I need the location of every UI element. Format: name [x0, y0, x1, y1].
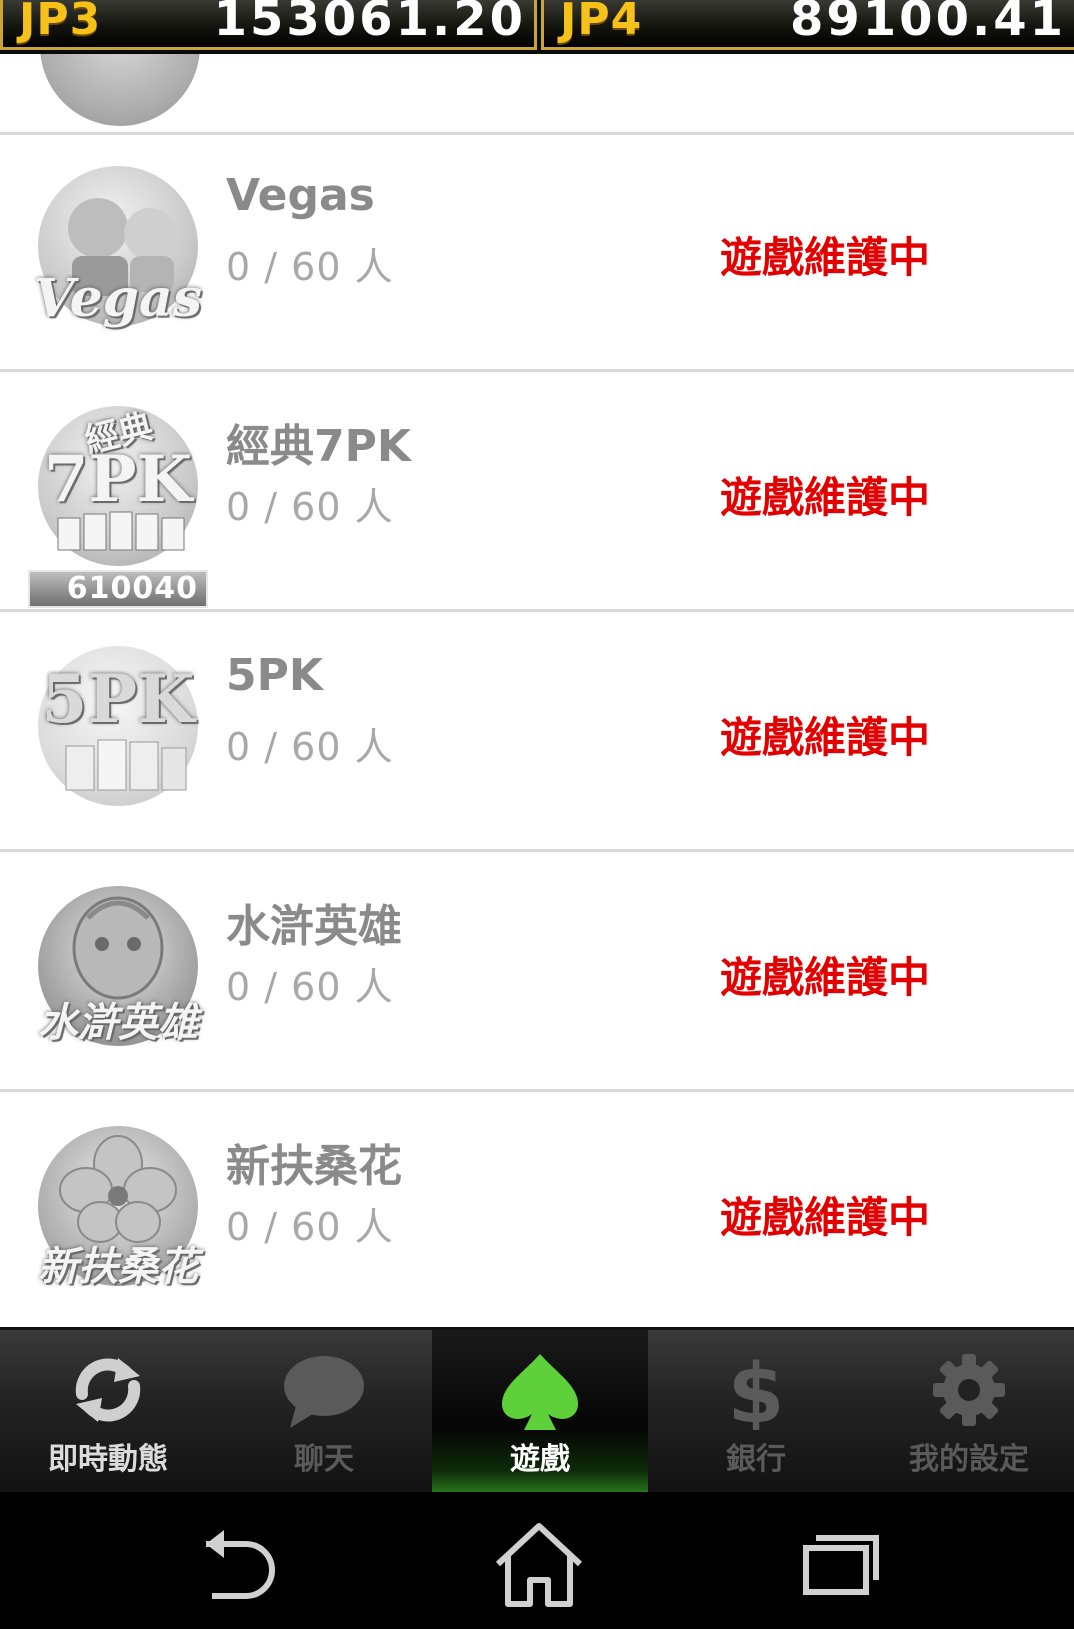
- game-title: 水滸英雄: [226, 901, 402, 952]
- game-title: 新扶桑花: [226, 1141, 402, 1192]
- game-row-classic-7pk[interactable]: 經典 7PK 610040 經典7PK 0 / 60 人 遊戲維護中: [0, 372, 1074, 612]
- game-row-hibiscus[interactable]: 新扶桑花 新扶桑花 0 / 60 人 遊戲維護中: [0, 1092, 1074, 1327]
- jackpot-jp4: JP4 89100.41: [541, 0, 1074, 50]
- game-row-vegas[interactable]: Vegas Vegas 0 / 60 人 遊戲維護中: [0, 132, 1074, 372]
- tab-chat[interactable]: 聊天: [216, 1330, 432, 1495]
- tab-settings[interactable]: 我的設定: [864, 1330, 1074, 1495]
- jackpot-label: JP3: [19, 0, 102, 45]
- game-list[interactable]: Vegas Vegas 0 / 60 人 遊戲維護中 經典 7PK 610040…: [0, 54, 1074, 1327]
- game-title: 5PK: [226, 650, 323, 701]
- player-count: 0 / 60 人: [226, 1205, 394, 1249]
- player-count: 0 / 60 人: [226, 245, 394, 289]
- tab-live-updates[interactable]: 即時動態: [0, 1330, 216, 1495]
- tab-games[interactable]: 遊戲: [432, 1330, 648, 1495]
- chat-bubble-icon: [284, 1356, 364, 1428]
- status-label: 遊戲維護中: [720, 1193, 931, 1242]
- gear-icon: [933, 1354, 1005, 1426]
- jackpot-value: 153061.20: [213, 0, 526, 47]
- hibiscus-logo-icon: 新扶桑花: [28, 1118, 208, 1298]
- player-count: 0 / 60 人: [226, 725, 394, 769]
- classic-7pk-logo-icon: 經典 7PK 610040: [28, 398, 208, 608]
- game-title: Vegas: [226, 170, 375, 221]
- 5pk-logo-icon: 5PK: [28, 638, 208, 818]
- tab-label: 即時動態: [48, 1442, 168, 1477]
- jackpot-value: 89100.41: [789, 0, 1066, 47]
- bottom-tab-bar: 即時動態 聊天 遊戲 $ 銀行 我的設定: [0, 1327, 1074, 1495]
- vegas-logo-icon: Vegas: [28, 158, 208, 338]
- home-icon[interactable]: [484, 1518, 594, 1608]
- recent-apps-icon[interactable]: [784, 1518, 894, 1608]
- tab-label: 聊天: [294, 1442, 354, 1477]
- dollar-icon: $: [727, 1350, 784, 1430]
- tab-bank[interactable]: $ 銀行: [648, 1330, 864, 1495]
- refresh-icon: [75, 1358, 141, 1422]
- status-label: 遊戲維護中: [720, 953, 931, 1002]
- system-nav-bar: [0, 1492, 1074, 1629]
- spade-icon: [502, 1354, 578, 1430]
- game-row-water-margin[interactable]: 水滸英雄 水滸英雄 0 / 60 人 遊戲維護中: [0, 852, 1074, 1092]
- tab-label: 遊戲: [510, 1442, 570, 1477]
- jackpot-label: JP4: [560, 0, 643, 45]
- game-logo-icon: [40, 54, 200, 126]
- jackpot-bar: JP3 153061.20 JP4 89100.41: [0, 0, 1074, 54]
- tab-label: 我的設定: [909, 1442, 1029, 1477]
- water-margin-logo-icon: 水滸英雄: [28, 878, 208, 1058]
- game-title: 經典7PK: [226, 421, 411, 472]
- back-icon[interactable]: [186, 1518, 296, 1608]
- jackpot-badge: 610040: [28, 570, 208, 608]
- list-item-partial[interactable]: [0, 54, 1074, 135]
- game-row-5pk[interactable]: 5PK 5PK 0 / 60 人 遊戲維護中: [0, 612, 1074, 852]
- status-label: 遊戲維護中: [720, 473, 931, 522]
- tab-label: 銀行: [726, 1442, 786, 1477]
- player-count: 0 / 60 人: [226, 485, 394, 529]
- status-label: 遊戲維護中: [720, 233, 931, 282]
- status-label: 遊戲維護中: [720, 713, 931, 762]
- svg-text:$: $: [727, 1350, 784, 1430]
- player-count: 0 / 60 人: [226, 965, 394, 1009]
- jackpot-jp3: JP3 153061.20: [0, 0, 537, 50]
